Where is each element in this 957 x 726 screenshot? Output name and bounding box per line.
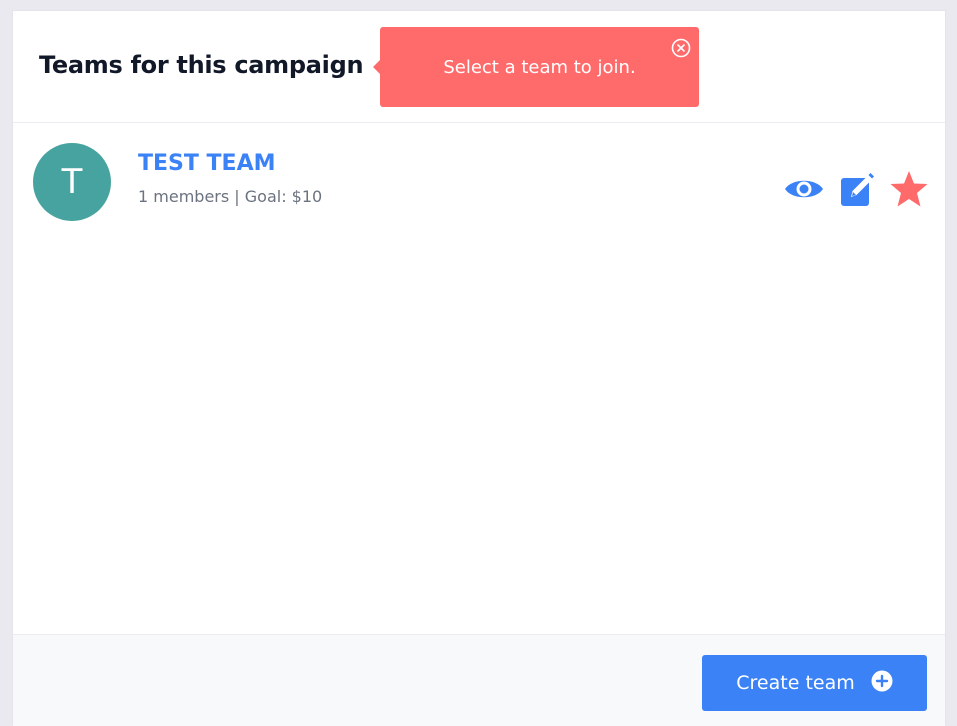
teams-panel: Teams for this campaign Select a team to…	[12, 10, 946, 726]
team-row: T TEST TEAM 1 members | Goal: $10	[13, 139, 945, 225]
page-title: Teams for this campaign	[39, 51, 364, 79]
team-name-link[interactable]: TEST TEAM	[138, 151, 276, 176]
avatar-letter: T	[61, 162, 83, 202]
toast-notification: Select a team to join.	[373, 27, 699, 107]
create-team-label: Create team	[736, 672, 855, 694]
team-meta: 1 members | Goal: $10	[138, 187, 323, 206]
eye-icon[interactable]	[783, 174, 825, 204]
plus-circle-icon	[871, 670, 893, 697]
close-circle-icon[interactable]	[671, 38, 691, 58]
create-team-button[interactable]: Create team	[702, 655, 927, 711]
avatar: T	[33, 143, 111, 221]
star-icon[interactable]	[889, 170, 929, 208]
panel-header: Teams for this campaign Select a team to…	[13, 11, 945, 123]
panel-footer: Create team	[13, 634, 945, 726]
team-actions	[783, 169, 929, 209]
toast-message: Select a team to join.	[443, 56, 636, 78]
edit-icon[interactable]	[839, 170, 875, 208]
